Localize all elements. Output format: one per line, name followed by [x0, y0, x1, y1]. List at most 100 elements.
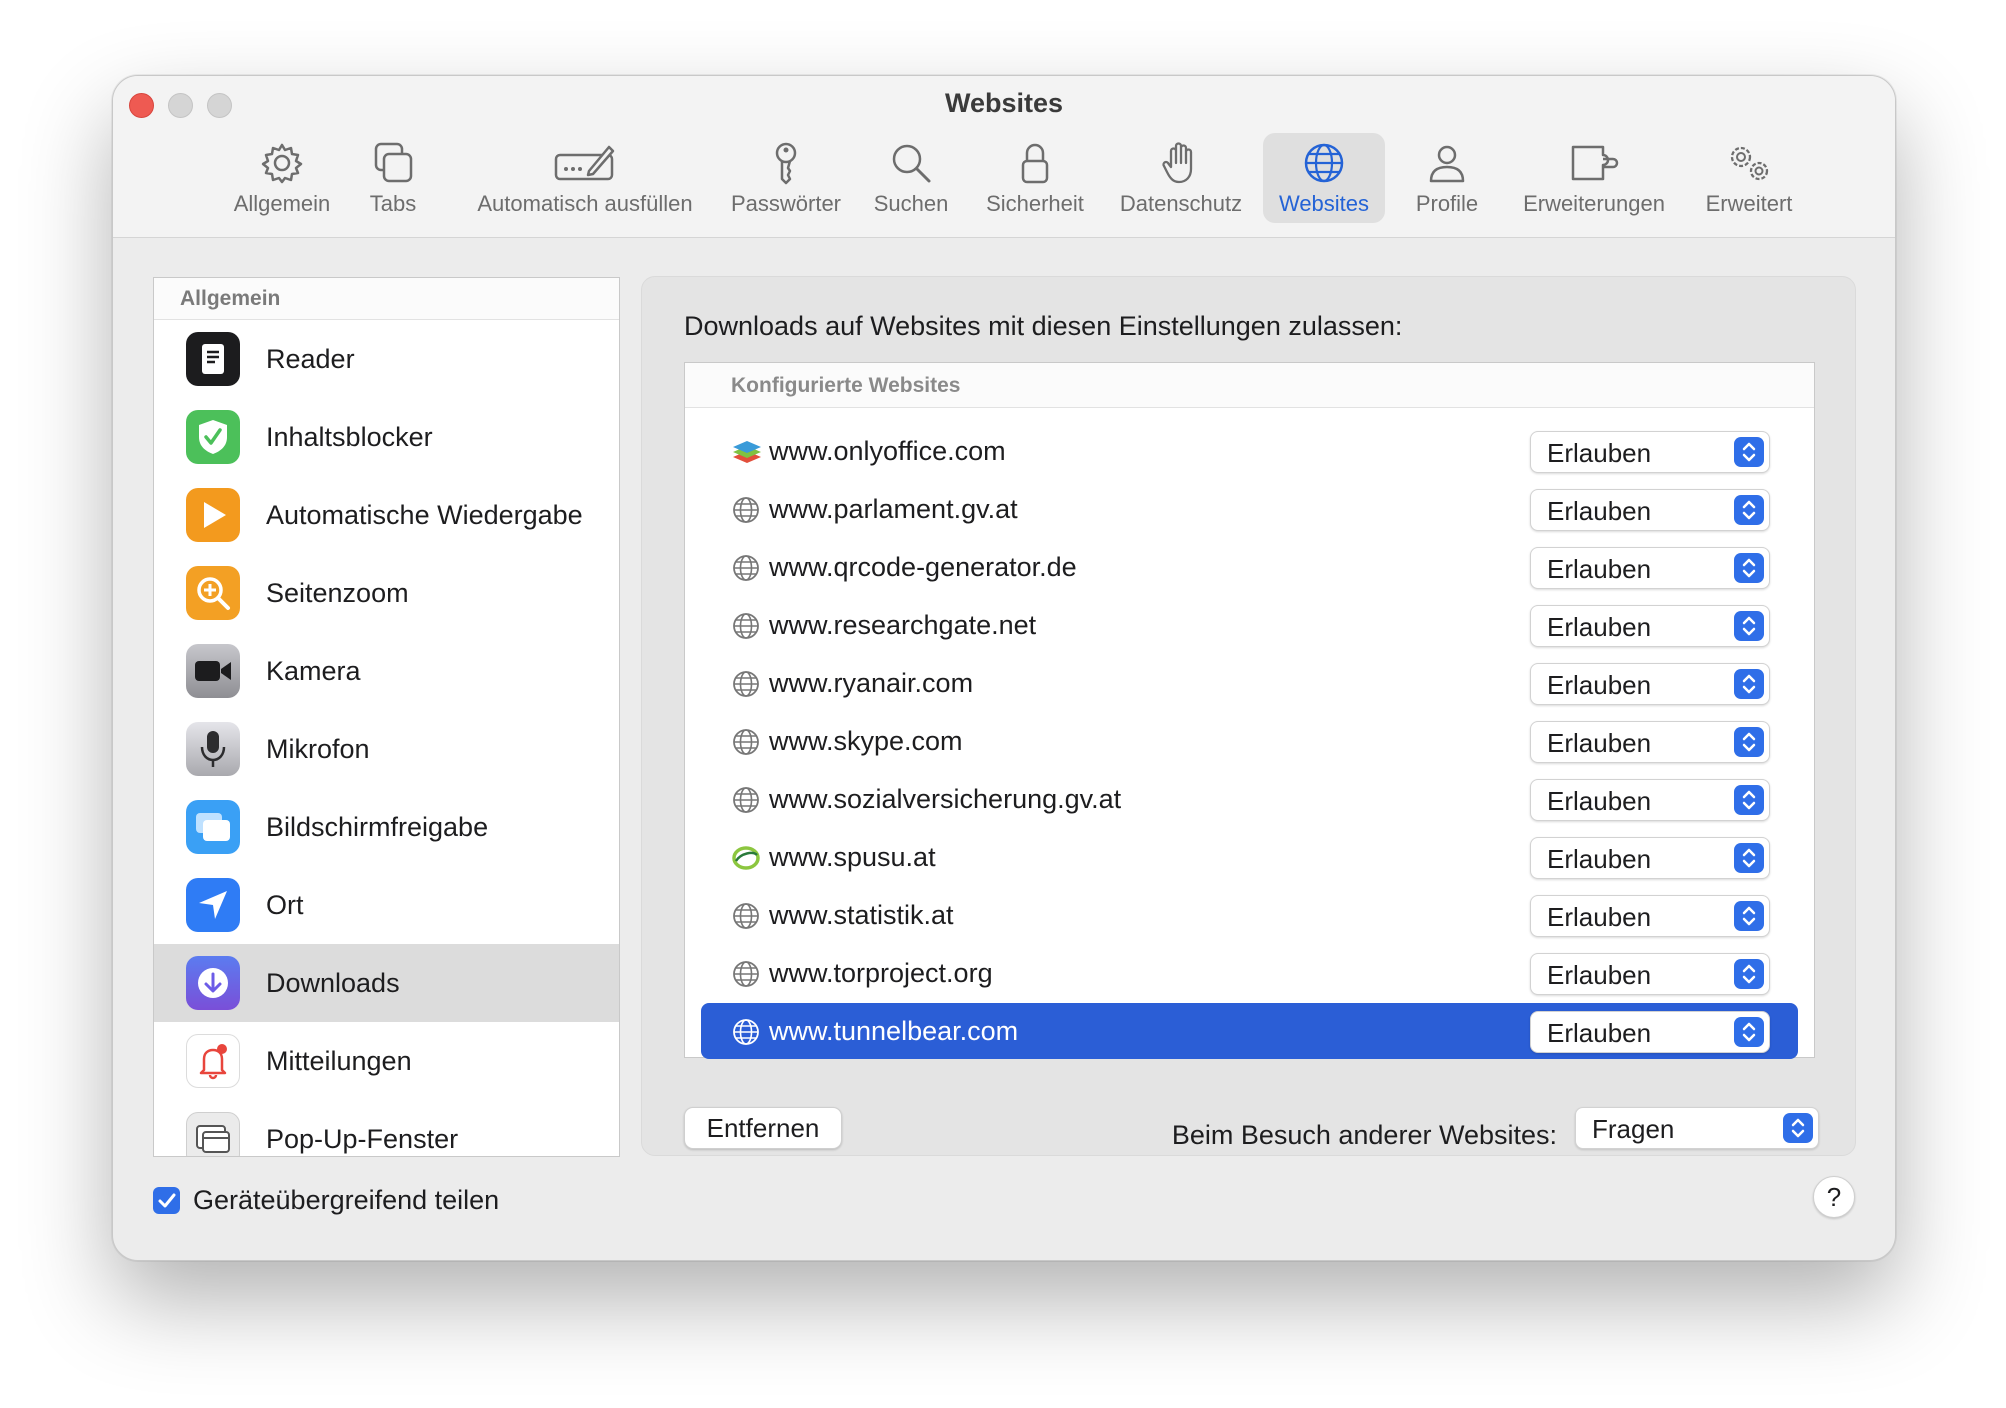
popup-value: Erlauben — [1547, 612, 1652, 642]
stepper-arrows-icon — [1734, 727, 1764, 757]
sidebar[interactable]: Allgemein Reader Inhaltsblocker Automati… — [153, 277, 620, 1157]
sync-checkbox[interactable] — [153, 1187, 180, 1214]
popup-value: Erlauben — [1547, 844, 1652, 874]
globe-icon — [731, 553, 761, 583]
table-row[interactable]: www.tunnelbear.com Erlauben — [701, 1003, 1798, 1059]
other-websites-label: Beim Besuch anderer Websites: — [1171, 1120, 1557, 1150]
sidebar-item-page-zoom[interactable]: Seitenzoom — [154, 554, 619, 632]
sidebar-item-label: Seitenzoom — [266, 577, 409, 608]
remove-button[interactable]: Entfernen — [684, 1107, 842, 1149]
download-permission-popup[interactable]: Erlauben — [1530, 837, 1770, 879]
screen-share-icon — [186, 800, 240, 854]
sidebar-item-screen-sharing[interactable]: Bildschirmfreigabe — [154, 788, 619, 866]
download-permission-popup[interactable]: Erlauben — [1530, 895, 1770, 937]
download-permission-popup[interactable]: Erlauben — [1530, 721, 1770, 763]
settings-panel: Downloads auf Websites mit diesen Einste… — [641, 276, 1856, 1156]
site-name: www.torproject.org — [769, 957, 993, 988]
onlyoffice-icon — [731, 437, 761, 467]
table-row[interactable]: www.statistik.at Erlauben — [701, 887, 1798, 943]
table-row[interactable]: www.torproject.org Erlauben — [701, 945, 1798, 1001]
popup-value: Erlauben — [1547, 728, 1652, 758]
popup-value: Fragen — [1592, 1114, 1675, 1144]
other-websites-popup[interactable]: Fragen — [1575, 1107, 1819, 1149]
hand-icon — [1162, 142, 1193, 184]
popup-window-icon — [186, 1112, 240, 1156]
sidebar-item-downloads[interactable]: Downloads — [154, 944, 619, 1022]
toolbar-label: Websites — [1278, 191, 1370, 216]
toolbar-security[interactable]: Sicherheit — [979, 133, 1091, 223]
table-row[interactable]: www.researchgate.net Erlauben — [701, 597, 1798, 653]
bell-icon — [186, 1034, 240, 1088]
stepper-arrows-icon — [1734, 959, 1764, 989]
download-permission-popup[interactable]: Erlauben — [1530, 953, 1770, 995]
play-icon — [186, 488, 240, 542]
site-name: www.onlyoffice.com — [769, 435, 1006, 466]
table-row[interactable]: www.sozialversicherung.gv.at Erlauben — [701, 771, 1798, 827]
popup-value: Erlauben — [1547, 786, 1652, 816]
globe-icon — [1304, 143, 1344, 183]
download-permission-popup[interactable]: Erlauben — [1530, 1011, 1770, 1053]
sidebar-header: Allgemein — [154, 278, 619, 320]
sidebar-item-autoplay[interactable]: Automatische Wiedergabe — [154, 476, 619, 554]
sidebar-item-label: Automatische Wiedergabe — [266, 499, 583, 530]
download-permission-popup[interactable]: Erlauben — [1530, 779, 1770, 821]
toolbar-search[interactable]: Suchen — [865, 133, 957, 223]
download-permission-popup[interactable]: Erlauben — [1530, 663, 1770, 705]
stepper-arrows-icon — [1734, 669, 1764, 699]
popup-value: Erlauben — [1547, 670, 1652, 700]
toolbar-extensions[interactable]: Erweiterungen — [1507, 133, 1681, 223]
table-row[interactable]: www.skype.com Erlauben — [701, 713, 1798, 769]
person-icon — [1429, 145, 1465, 183]
popup-value: Erlauben — [1547, 554, 1652, 584]
download-permission-popup[interactable]: Erlauben — [1530, 605, 1770, 647]
sidebar-item-location[interactable]: Ort — [154, 866, 619, 944]
stepper-arrows-icon — [1734, 553, 1764, 583]
microphone-icon — [186, 722, 240, 776]
toolbar-allgemein[interactable]: Allgemein — [218, 133, 346, 223]
sidebar-item-label: Kamera — [266, 655, 361, 686]
toolbar-label: Profile — [1415, 191, 1479, 216]
toolbar-tabs[interactable]: Tabs — [353, 133, 433, 223]
download-permission-popup[interactable]: Erlauben — [1530, 489, 1770, 531]
toolbar-passwords[interactable]: Passwörter — [723, 133, 849, 223]
toolbar-autofill[interactable]: Automatisch ausfüllen — [465, 133, 705, 223]
table-row[interactable]: www.parlament.gv.at Erlauben — [701, 481, 1798, 537]
toolbar-label: Sicherheit — [986, 191, 1084, 216]
stepper-arrows-icon — [1734, 611, 1764, 641]
toolbar-label: Passwörter — [730, 191, 842, 216]
gears-icon — [1730, 146, 1769, 181]
toolbar-privacy[interactable]: Datenschutz — [1111, 133, 1251, 223]
sidebar-item-label: Bildschirmfreigabe — [266, 811, 489, 842]
sidebar-item-label: Downloads — [266, 967, 400, 998]
download-permission-popup[interactable]: Erlauben — [1530, 431, 1770, 473]
reader-icon — [186, 332, 240, 386]
sync-checkbox-label: Geräteübergreifend teilen — [193, 1185, 500, 1215]
sidebar-item-notifications[interactable]: Mitteilungen — [154, 1022, 619, 1100]
table-row[interactable]: www.spusu.at Erlauben — [701, 829, 1798, 885]
preferences-window: Websites Allgemein Tabs Automatisch ausf… — [112, 75, 1896, 1261]
sidebar-item-microphone[interactable]: Mikrofon — [154, 710, 619, 788]
toolbar-profiles[interactable]: Profile — [1399, 133, 1495, 223]
site-name: www.parlament.gv.at — [769, 493, 1018, 524]
toolbar-websites[interactable]: Websites — [1263, 133, 1385, 223]
configured-websites-table[interactable]: Konfigurierte Websites www.onlyoffice.co… — [684, 362, 1815, 1059]
table-row[interactable]: www.onlyoffice.com Erlauben — [701, 423, 1798, 479]
toolbar-advanced[interactable]: Erweitert — [1683, 133, 1815, 223]
globe-icon — [731, 785, 761, 815]
site-name: www.sozialversicherung.gv.at — [769, 783, 1122, 814]
key-icon — [775, 142, 797, 185]
download-permission-popup[interactable]: Erlauben — [1530, 547, 1770, 589]
sidebar-item-content-blocker[interactable]: Inhaltsblocker — [154, 398, 619, 476]
table-row[interactable]: www.qrcode-generator.de Erlauben — [701, 539, 1798, 595]
toolbar-label: Automatisch ausfüllen — [477, 191, 693, 216]
sidebar-item-label: Inhaltsblocker — [266, 421, 433, 452]
sidebar-item-camera[interactable]: Kamera — [154, 632, 619, 710]
download-icon — [186, 956, 240, 1010]
sidebar-item-reader[interactable]: Reader — [154, 320, 619, 398]
table-row[interactable]: www.ryanair.com Erlauben — [701, 655, 1798, 711]
help-button[interactable]: ? — [1813, 1176, 1855, 1218]
toolbar-label: Allgemein — [233, 191, 331, 216]
popup-value: Erlauben — [1547, 960, 1652, 990]
sidebar-item-popup-windows[interactable]: Pop-Up-Fenster — [154, 1100, 619, 1156]
title-bar: Websites Allgemein Tabs Automatisch ausf… — [113, 76, 1895, 238]
